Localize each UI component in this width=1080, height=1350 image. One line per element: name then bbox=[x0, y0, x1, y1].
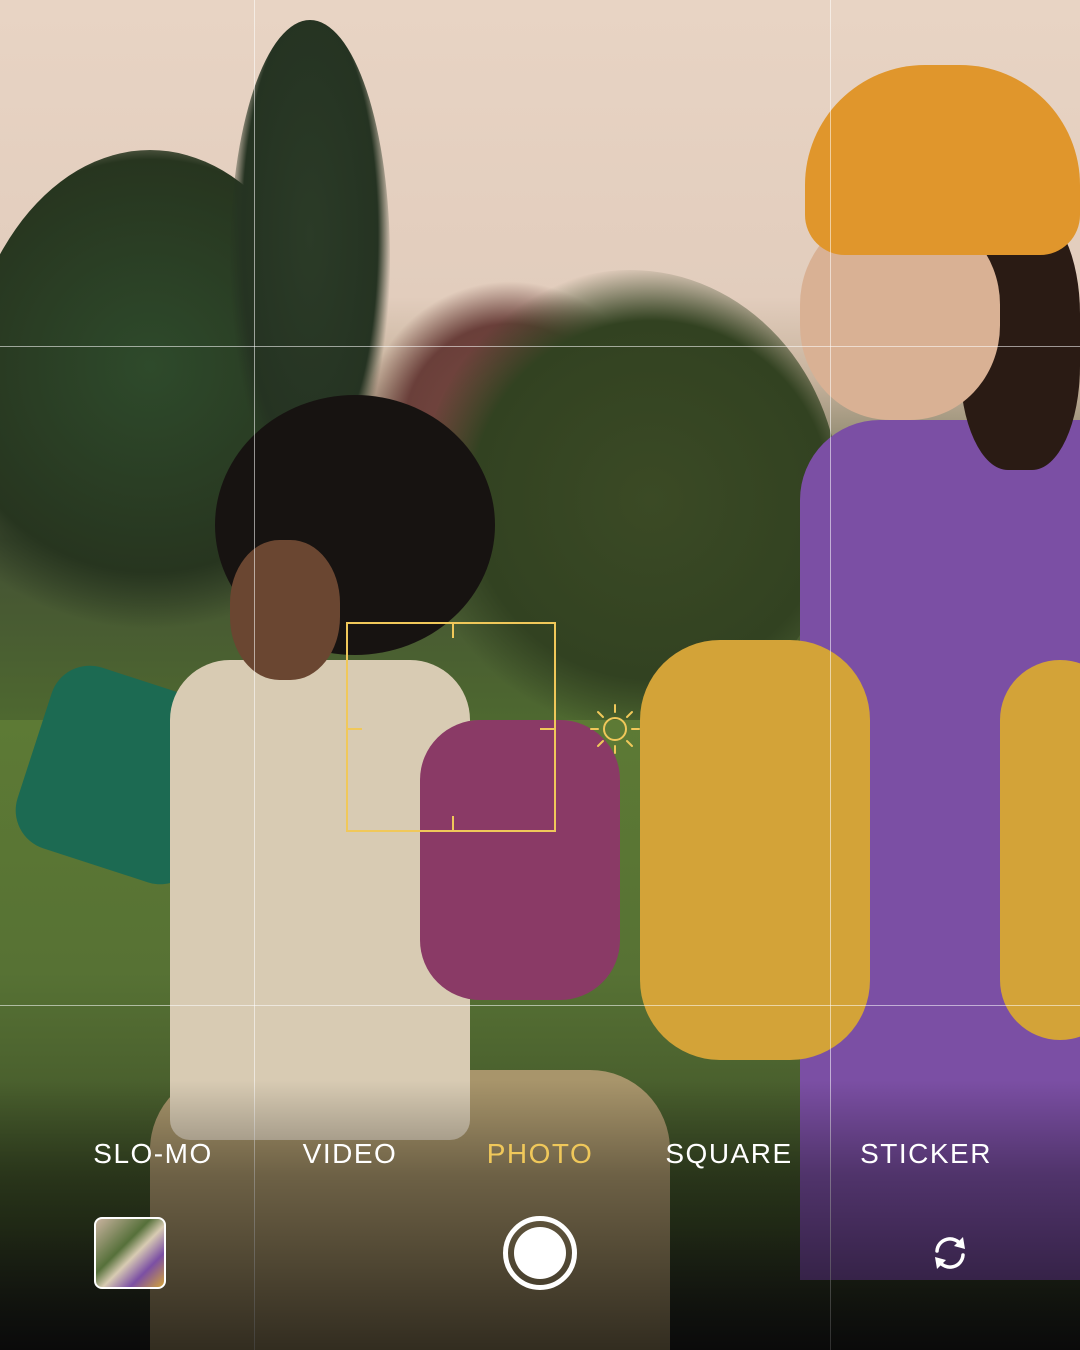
mode-photo[interactable]: PHOTO bbox=[487, 1138, 594, 1170]
camera-flip-icon[interactable] bbox=[929, 1232, 971, 1274]
teen-right-sleeve bbox=[1000, 660, 1080, 1040]
focus-tick bbox=[452, 624, 454, 638]
shutter-inner bbox=[514, 1227, 566, 1279]
grid-line-horizontal bbox=[0, 346, 1080, 347]
mode-video[interactable]: VIDEO bbox=[303, 1138, 398, 1170]
sun-icon[interactable] bbox=[588, 702, 642, 756]
focus-tick bbox=[452, 816, 454, 830]
teen-beanie bbox=[805, 65, 1080, 255]
teen-left-sleeve bbox=[640, 640, 870, 1060]
child-face bbox=[230, 540, 340, 680]
mode-square[interactable]: SQUARE bbox=[665, 1138, 792, 1170]
focus-box[interactable] bbox=[346, 622, 556, 832]
grid-line-horizontal bbox=[0, 1005, 1080, 1006]
focus-tick bbox=[540, 728, 554, 730]
last-photo-thumbnail[interactable] bbox=[94, 1217, 166, 1289]
mode-selector[interactable]: SLO-MO VIDEO PHOTO SQUARE STICKER bbox=[0, 1138, 1080, 1182]
mode-slo-mo[interactable]: SLO-MO bbox=[93, 1138, 212, 1170]
shutter-button[interactable] bbox=[503, 1216, 577, 1290]
mode-sticker[interactable]: STICKER bbox=[860, 1138, 992, 1170]
controls-shade bbox=[0, 1080, 1080, 1350]
focus-tick bbox=[348, 728, 362, 730]
